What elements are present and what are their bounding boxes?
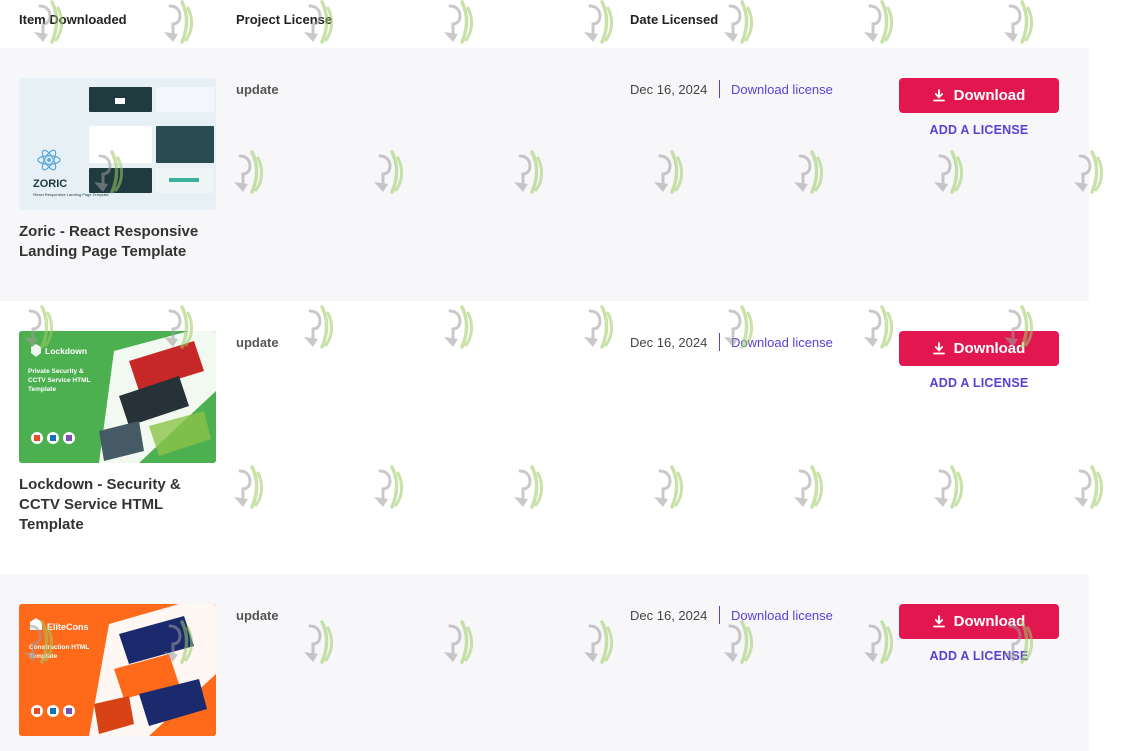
download-button-label: Download (953, 340, 1026, 357)
licenses-page: Item Downloaded Project License Date Lic… (0, 0, 1140, 751)
project-license-value: update (236, 335, 279, 350)
date-licensed-value: Dec 16, 2024 (630, 608, 708, 623)
item-title[interactable]: Lockdown - Security & CCTV Service HTML … (19, 475, 219, 535)
item-thumbnail-zoric[interactable]: ZORIC React Responsive Landing Page Temp… (19, 78, 216, 210)
add-license-link[interactable]: ADD A LICENSE (899, 649, 1059, 663)
download-button-label: Download (953, 613, 1026, 630)
item-title[interactable]: Zoric - React Responsive Landing Page Te… (19, 222, 219, 262)
table-row: EliteCons Construction HTML Template upd… (0, 574, 1089, 751)
item-thumbnail-elitecons[interactable]: EliteCons Construction HTML Template (19, 604, 216, 736)
download-icon (932, 89, 945, 102)
download-icon (932, 615, 945, 628)
download-license-link[interactable]: Download license (731, 335, 833, 350)
project-license-value: update (236, 82, 279, 97)
date-licensed-value: Dec 16, 2024 (630, 82, 708, 97)
zoric-tagline-text: React Responsive Landing Page Template (33, 192, 109, 197)
date-divider (719, 606, 720, 624)
download-button[interactable]: Download (899, 604, 1059, 639)
download-button[interactable]: Download (899, 78, 1059, 113)
zoric-brand-text: ZORIC (33, 178, 68, 190)
elitecons-tagline-text: Construction HTML Template (29, 644, 90, 660)
elitecons-brand-text: EliteCons (47, 622, 89, 632)
download-button-label: Download (953, 87, 1026, 104)
header-project-license: Project License (236, 12, 333, 27)
header-date-licensed: Date Licensed (630, 12, 719, 27)
download-icon (932, 342, 945, 355)
add-license-link[interactable]: ADD A LICENSE (899, 376, 1059, 390)
date-divider (719, 333, 720, 351)
lockdown-brand-text: Lockdown (45, 346, 88, 356)
zoric-preview-image (19, 78, 216, 210)
date-divider (719, 80, 720, 98)
download-license-link[interactable]: Download license (731, 82, 833, 97)
table-header: Item Downloaded Project License Date Lic… (0, 0, 1089, 48)
item-thumbnail-lockdown[interactable]: Lockdown Private Security & CCTV Service… (19, 331, 216, 463)
add-license-link[interactable]: ADD A LICENSE (899, 123, 1059, 137)
lockdown-tagline-text: Private Security & CCTV Service HTML Tem… (28, 368, 91, 393)
download-license-link[interactable]: Download license (731, 608, 833, 623)
download-button[interactable]: Download (899, 331, 1059, 366)
table-row: Lockdown Private Security & CCTV Service… (0, 301, 1089, 574)
table-row: ZORIC React Responsive Landing Page Temp… (0, 48, 1089, 301)
header-item-downloaded: Item Downloaded (19, 12, 127, 27)
project-license-value: update (236, 608, 279, 623)
date-licensed-value: Dec 16, 2024 (630, 335, 708, 350)
